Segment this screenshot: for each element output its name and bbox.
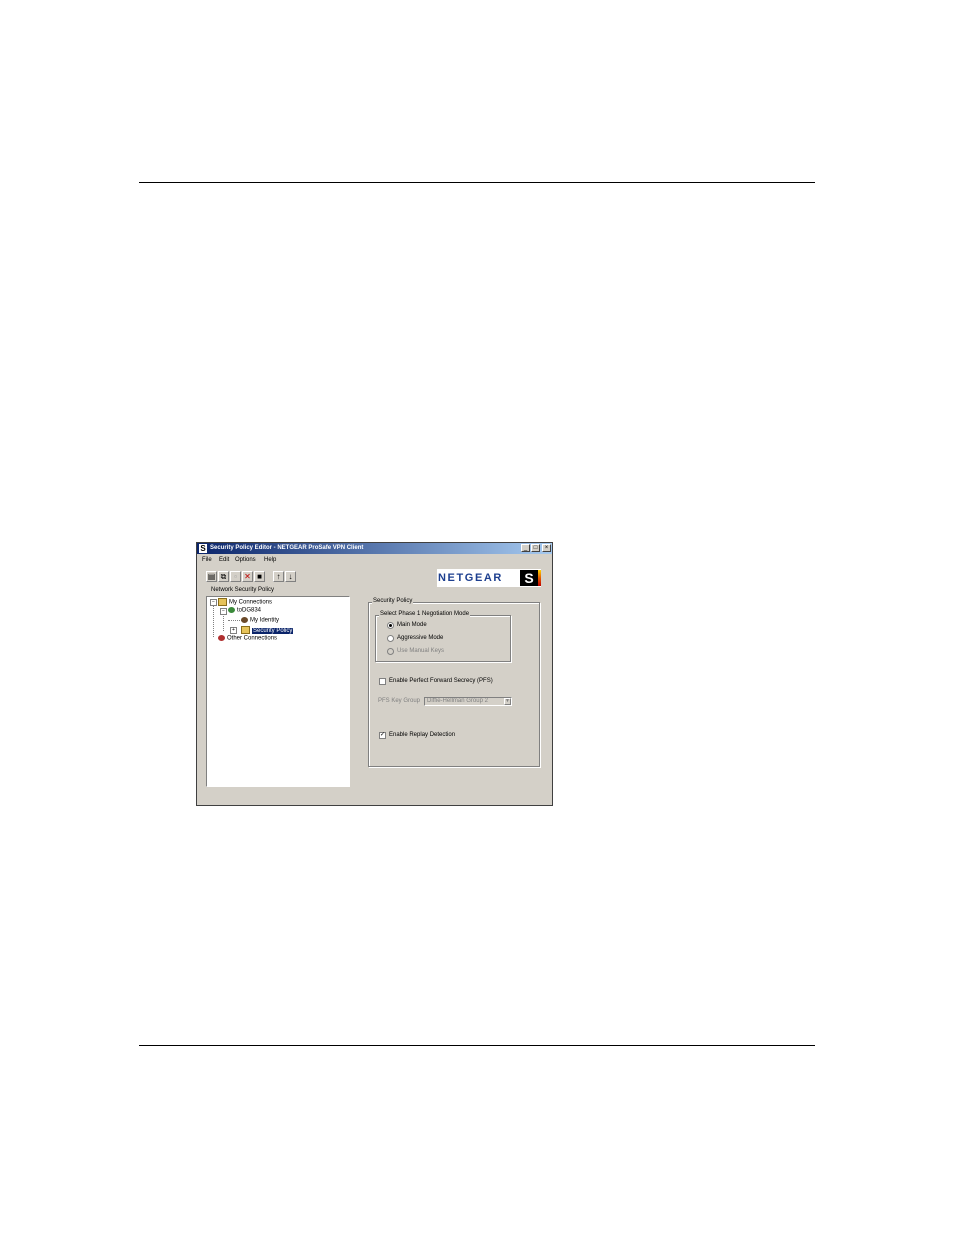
aggressive-mode-radio[interactable] <box>387 635 394 642</box>
menu-help[interactable]: Help <box>264 557 276 564</box>
menu-file[interactable]: File <box>202 557 212 564</box>
move-down-button[interactable]: ↓ <box>285 571 296 582</box>
radio-dot <box>389 624 392 627</box>
copy-button[interactable]: ⧉ <box>218 571 229 582</box>
pfs-checkbox[interactable] <box>379 678 386 685</box>
security-policy-group-title: Security Policy <box>372 598 414 605</box>
new-connection-icon: ▤ <box>207 572 216 581</box>
policy-icon <box>241 626 250 634</box>
connection-tree[interactable]: − My Connections − toDG834 My Identity +… <box>206 596 350 787</box>
replay-detection-label: Enable Replay Detection <box>389 732 456 738</box>
menu-edit[interactable]: Edit <box>219 557 229 564</box>
brand-s-mark: S <box>520 570 538 586</box>
manual-keys-label: Use Manual Keys <box>397 648 445 654</box>
title-bar[interactable]: S Security Policy Editor - NETGEAR ProSa… <box>197 543 552 554</box>
tree-line <box>213 603 214 637</box>
tree-node-other-connections[interactable]: Other Connections <box>218 635 277 643</box>
folder-icon <box>218 598 227 606</box>
save-button[interactable]: ■ <box>254 571 265 582</box>
move-up-button[interactable]: ↑ <box>273 571 284 582</box>
move-down-icon: ↓ <box>288 572 293 581</box>
new-connection-button[interactable]: ▤ <box>206 571 217 582</box>
save-icon: ■ <box>257 572 262 581</box>
aggressive-mode-label: Aggressive Mode <box>397 635 444 641</box>
copy-icon: ⧉ <box>220 572 227 581</box>
connection-icon <box>228 607 235 613</box>
pfs-key-group-label: PFS Key Group <box>378 698 421 704</box>
collapse-my-connections[interactable]: − <box>210 599 217 606</box>
menu-bar: File Edit Options Help <box>197 555 552 565</box>
minimize-button[interactable]: _ <box>521 544 530 552</box>
pfs-key-group-select[interactable]: Diffie-Hellman Group 2 ▼ <box>424 697 512 706</box>
netgear-logo: NETGEAR S <box>437 569 541 587</box>
brand-name: NETGEAR <box>438 572 503 584</box>
selected-node-label: Security Policy <box>252 627 294 634</box>
phase1-group-title: Select Phase 1 Negotiation Mode <box>379 611 471 618</box>
close-button[interactable]: × <box>542 544 551 552</box>
other-connections-icon <box>218 635 225 641</box>
top-rule <box>139 182 815 183</box>
brand-stripe <box>538 570 541 586</box>
replay-detection-checkbox[interactable]: ✓ <box>379 732 386 739</box>
chevron-down-icon: ▼ <box>504 698 511 705</box>
delete-button[interactable]: ✕ <box>242 571 253 582</box>
identity-icon <box>241 617 248 623</box>
maximize-button[interactable]: □ <box>531 544 540 552</box>
pfs-label: Enable Perfect Forward Secrecy (PFS) <box>389 678 493 684</box>
main-mode-radio[interactable] <box>387 622 394 629</box>
pfs-key-group-value: Diffie-Hellman Group 2 <box>427 698 488 704</box>
paste-icon: ▫ <box>234 572 237 581</box>
tree-node-my-identity[interactable]: My Identity <box>241 617 279 625</box>
tree-node-my-connections[interactable]: My Connections <box>218 598 272 607</box>
tree-label: Network Security Policy <box>211 587 275 593</box>
expand-security-policy[interactable]: + <box>230 627 237 634</box>
tree-line <box>228 620 242 621</box>
app-icon: S <box>199 544 207 553</box>
tree-node-todg834[interactable]: toDG834 <box>228 607 261 615</box>
security-policy-editor-window: S Security Policy Editor - NETGEAR ProSa… <box>196 542 553 806</box>
window-title: Security Policy Editor - NETGEAR ProSafe… <box>210 545 364 551</box>
collapse-todg834[interactable]: − <box>220 608 227 615</box>
delete-icon: ✕ <box>244 572 251 581</box>
paste-button[interactable]: ▫ <box>230 571 241 582</box>
move-up-icon: ↑ <box>276 572 281 581</box>
tree-node-security-policy[interactable]: Security Policy <box>241 626 294 635</box>
main-mode-label: Main Mode <box>397 622 427 628</box>
bottom-rule <box>139 1045 815 1046</box>
menu-options[interactable]: Options <box>235 557 256 564</box>
manual-keys-radio[interactable] <box>387 648 394 655</box>
